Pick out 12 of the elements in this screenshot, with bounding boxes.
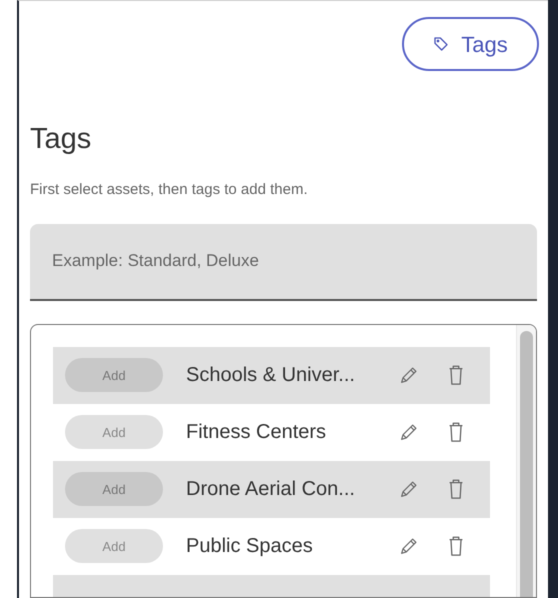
hint-text: First select assets, then tags to add them.	[30, 180, 309, 200]
tag-input-field[interactable]: Example: Standard, Deluxe	[30, 224, 537, 301]
tag-name: Public Spaces	[186, 534, 314, 560]
tag-name: Fitness Centers	[186, 420, 328, 446]
tag-row[interactable]: Add Schools & Univer...	[53, 346, 490, 404]
section-title: Tags	[30, 122, 92, 157]
scrollbar-thumb[interactable]	[520, 330, 533, 597]
tag-name: Schools & Univer...	[186, 363, 356, 388]
tags-button[interactable]: Tags	[402, 17, 539, 71]
tag-row[interactable]: Add Drone Aerial Con...	[53, 460, 490, 518]
tag-icon	[433, 36, 450, 52]
tag-name: Drone Aerial Con...	[186, 477, 356, 502]
